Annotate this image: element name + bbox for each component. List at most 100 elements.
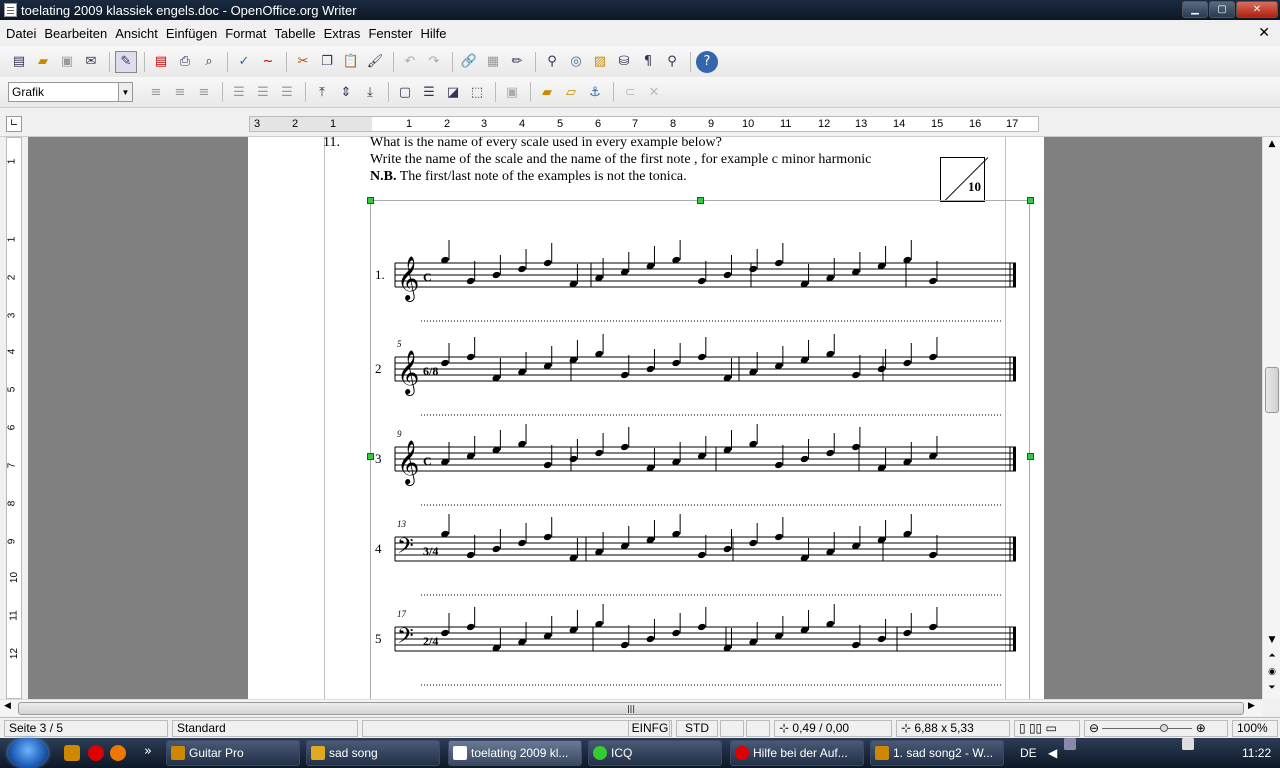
link-frames-icon[interactable]: ⊂: [619, 81, 641, 103]
find-replace-icon[interactable]: ⚲: [541, 51, 563, 73]
zoom-slider[interactable]: ⊖ ⊕: [1084, 720, 1228, 737]
align-center-icon[interactable]: ☰: [252, 81, 274, 103]
hyperlink-mode[interactable]: [720, 720, 744, 737]
open-icon[interactable]: ▰: [32, 51, 54, 73]
single-page-view-icon[interactable]: ▯: [1019, 721, 1026, 735]
borders-icon[interactable]: ▢: [394, 81, 416, 103]
language-indicator[interactable]: DE: [1020, 738, 1037, 768]
align-right-icon[interactable]: ☰: [276, 81, 298, 103]
format-paintbrush-icon[interactable]: 🖌: [364, 51, 386, 73]
menu-hilfe[interactable]: Hilfe: [417, 26, 451, 41]
zoom-in-icon[interactable]: ⊕: [1196, 721, 1206, 735]
horizontal-scroll-thumb[interactable]: |||: [18, 702, 1244, 715]
zoom-knob[interactable]: [1160, 724, 1169, 733]
close-button[interactable]: ✕: [1236, 1, 1278, 18]
hyperlink-icon[interactable]: 🔗: [458, 51, 480, 73]
vertical-ruler[interactable]: 1 1 2 3 4 5 6 7 8 9 10 11 12: [0, 137, 28, 699]
page-indicator[interactable]: Seite 3 / 5: [4, 720, 168, 737]
gallery-icon[interactable]: ▨: [589, 51, 611, 73]
menu-fenster[interactable]: Fenster: [364, 26, 416, 41]
save-icon[interactable]: ▣: [56, 51, 78, 73]
vertical-scrollbar[interactable]: ▲ ▼ ⏶ ◉ ⏷: [1262, 137, 1280, 699]
autospellcheck-icon[interactable]: ~: [257, 51, 279, 73]
clock[interactable]: 11:22: [1242, 738, 1271, 768]
menu-bearbeiten[interactable]: Bearbeiten: [40, 26, 111, 41]
resize-handle[interactable]: [1027, 453, 1034, 460]
page-style-indicator[interactable]: Standard: [172, 720, 358, 737]
task-opera-help[interactable]: Hilfe bei der Auf...: [730, 740, 864, 766]
multi-page-view-icon[interactable]: ▯▯: [1029, 721, 1042, 735]
book-view-icon[interactable]: ▭: [1046, 721, 1057, 735]
horizontal-ruler[interactable]: ∟ 3 2 1 1 2 3 4 5 6 7 8 9 10 11 12 13 14…: [0, 110, 1280, 137]
navigator-icon[interactable]: ◎: [565, 51, 587, 73]
menu-extras[interactable]: Extras: [320, 26, 365, 41]
data-sources-icon[interactable]: ⛁: [613, 51, 635, 73]
selection-mode[interactable]: STD: [676, 720, 718, 737]
task-guitar-pro[interactable]: Guitar Pro: [166, 740, 300, 766]
minimize-button[interactable]: ▁: [1182, 1, 1208, 18]
align-top-icon[interactable]: ⤒: [311, 81, 333, 103]
nonprinting-chars-icon[interactable]: ¶: [637, 51, 659, 73]
new-document-icon[interactable]: ▤: [8, 51, 30, 73]
insert-mode[interactable]: EINFG: [628, 720, 672, 737]
border-color-icon[interactable]: ◪: [442, 81, 464, 103]
menu-format[interactable]: Format: [221, 26, 270, 41]
copy-icon[interactable]: ❐: [316, 51, 338, 73]
next-page-icon[interactable]: ⏷: [1265, 681, 1279, 695]
scroll-left-icon[interactable]: ◀: [4, 701, 11, 711]
menu-datei[interactable]: Datei: [2, 26, 40, 41]
zoom-icon[interactable]: ⚲: [661, 51, 683, 73]
resize-handle[interactable]: [367, 453, 374, 460]
paste-icon[interactable]: 📋: [340, 51, 362, 73]
help-icon[interactable]: ?: [696, 50, 718, 73]
menu-ansicht[interactable]: Ansicht: [111, 26, 162, 41]
zoom-percent[interactable]: 100%: [1232, 720, 1278, 737]
zoom-out-icon[interactable]: ⊖: [1089, 721, 1099, 735]
volume-muted-icon[interactable]: [1182, 738, 1194, 750]
opera-quicklaunch-icon[interactable]: [88, 745, 104, 761]
cut-icon[interactable]: ✂: [292, 51, 314, 73]
align-bottom-icon[interactable]: ⤓: [359, 81, 381, 103]
anchor-icon[interactable]: ⚓: [584, 81, 606, 103]
resize-handle[interactable]: [1027, 197, 1034, 204]
music-score-image[interactable]: 1. 𝄞 C25𝄞 6/839𝄞 C413𝄢 3/4517𝄢 2/4: [371, 201, 1031, 699]
line-style-icon[interactable]: ☰: [418, 81, 440, 103]
send-to-back-icon[interactable]: ▱: [560, 81, 582, 103]
frame-properties-icon[interactable]: ▣: [501, 81, 523, 103]
task-sad-song[interactable]: sad song: [306, 740, 440, 766]
previous-page-icon[interactable]: ⏶: [1265, 649, 1279, 663]
more-quicklaunch-icon[interactable]: »: [144, 744, 152, 759]
print-icon[interactable]: ⎙: [174, 51, 196, 73]
table-icon[interactable]: ▦: [482, 51, 504, 73]
task-sad-song2[interactable]: 1. sad song2 - W...: [870, 740, 1004, 766]
tray-expand-icon[interactable]: ◀: [1048, 738, 1057, 768]
bring-to-front-icon[interactable]: ▰: [536, 81, 558, 103]
menu-einfuegen[interactable]: Einfügen: [162, 26, 221, 41]
page-preview-icon[interactable]: ⌕: [198, 51, 220, 73]
view-layout[interactable]: ▯ ▯▯ ▭: [1014, 720, 1080, 737]
scroll-up-icon[interactable]: ▲: [1265, 137, 1279, 151]
chevron-down-icon[interactable]: ▼: [118, 83, 132, 101]
edit-file-icon[interactable]: ✎: [115, 50, 137, 73]
email-icon[interactable]: ✉: [80, 51, 102, 73]
undo-icon[interactable]: ↶: [399, 51, 421, 73]
resize-handle[interactable]: [697, 197, 704, 204]
firefox-quicklaunch-icon[interactable]: [110, 745, 126, 761]
graphic-frame[interactable]: 1. 𝄞 C 2 5 𝄞 6/8 3 9 𝄞 C 4 13 𝄢 3/4 5 17 𝄢 2/4: [370, 200, 1030, 699]
draw-functions-icon[interactable]: ✏: [506, 51, 528, 73]
zoom-track[interactable]: [1102, 724, 1193, 733]
horizontal-scrollbar[interactable]: ◀ ||| ▶: [0, 699, 1262, 716]
menu-tabelle[interactable]: Tabelle: [270, 26, 319, 41]
wrap-off-icon[interactable]: ≡: [145, 81, 167, 103]
spellcheck-icon[interactable]: ✓: [233, 51, 255, 73]
vertical-scroll-thumb[interactable]: [1265, 367, 1279, 413]
align-left-icon[interactable]: ☰: [228, 81, 250, 103]
navigation-icon[interactable]: ◉: [1265, 665, 1279, 679]
maximize-button[interactable]: ▢: [1209, 1, 1235, 18]
scroll-down-icon[interactable]: ▼: [1265, 633, 1279, 647]
redo-icon[interactable]: ↷: [423, 51, 445, 73]
document-page[interactable]: 11. What is the name of every scale used…: [248, 137, 1044, 699]
task-writer[interactable]: toelating 2009 kl...: [448, 740, 582, 766]
start-button[interactable]: [8, 738, 48, 768]
task-icq[interactable]: ICQ: [588, 740, 722, 766]
